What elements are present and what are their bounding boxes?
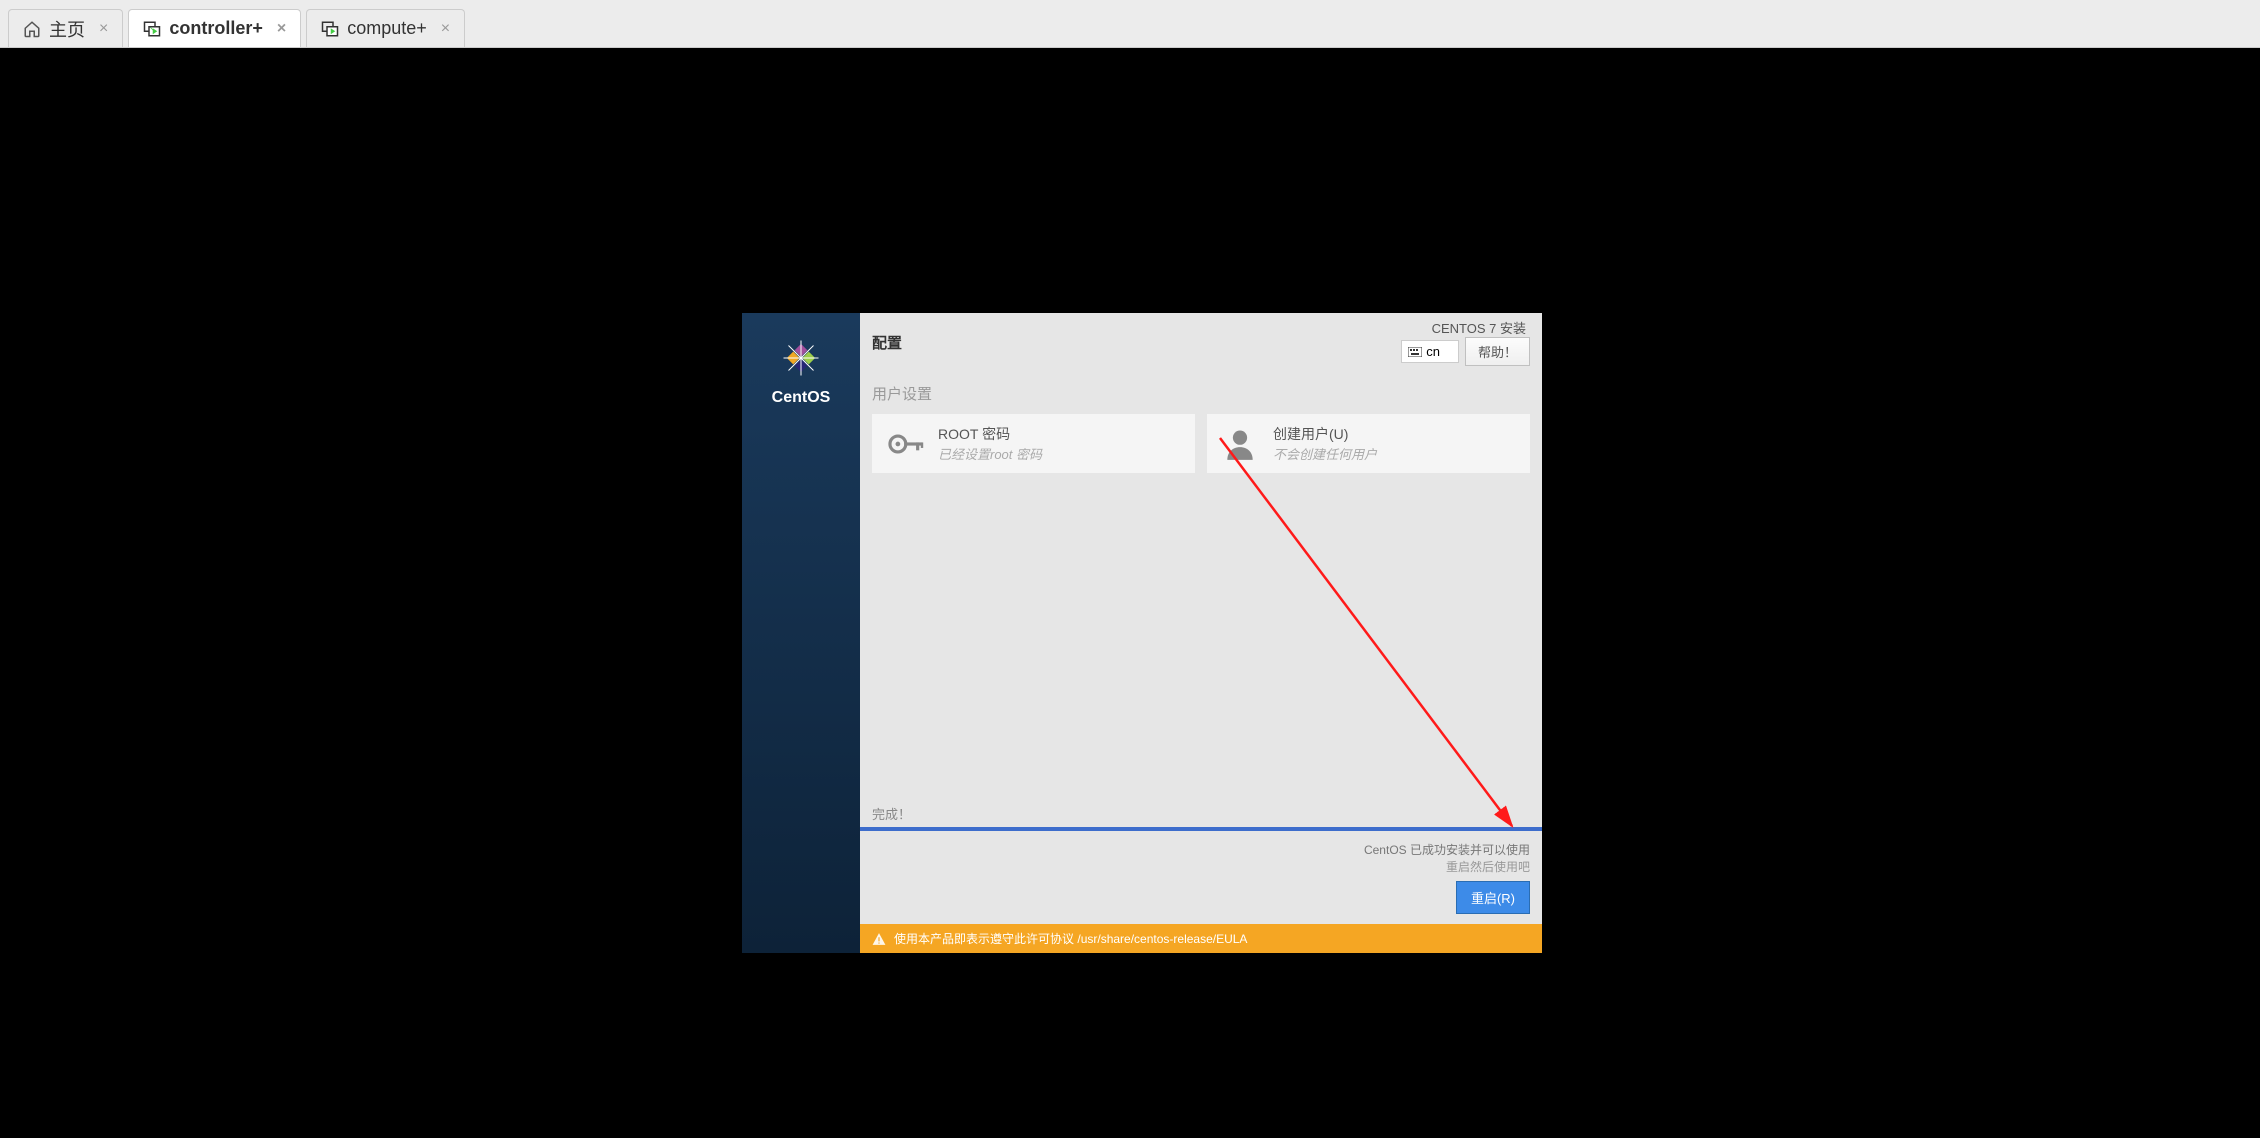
config-title: 配置: [872, 332, 902, 353]
root-password-title: ROOT 密码: [938, 424, 1042, 444]
close-icon[interactable]: ×: [277, 20, 286, 38]
keyboard-layout-indicator[interactable]: cn: [1401, 340, 1459, 363]
root-password-card[interactable]: ROOT 密码 已经设置root 密码: [872, 414, 1195, 473]
create-user-card[interactable]: 创建用户(U) 不会创建任何用户: [1207, 414, 1530, 473]
tab-label: 主页: [49, 16, 85, 42]
tab-bar: 主页 × controller+ × compute+ ×: [0, 0, 2260, 48]
centos-installer-window: CentOS 配置 CENTOS 7 安装 cn 帮助！: [742, 313, 1542, 953]
tab-label: compute+: [347, 18, 427, 39]
eula-notice[interactable]: 使用本产品即表示遵守此许可协议 /usr/share/centos-releas…: [860, 924, 1542, 953]
installer-sidebar: CentOS: [742, 313, 860, 953]
close-icon[interactable]: ×: [99, 20, 108, 38]
progress-complete-label: 完成！: [860, 796, 1542, 827]
tab-home[interactable]: 主页 ×: [8, 9, 123, 47]
create-user-subtitle: 不会创建任何用户: [1273, 444, 1377, 463]
user-settings-heading: 用户设置: [860, 371, 1542, 414]
progress-section: 完成！ CentOS 已成功安装并可以使用 重启然后使用吧 重启(R) 使用本产…: [860, 796, 1542, 953]
tab-compute[interactable]: compute+ ×: [306, 9, 465, 47]
settings-cards: ROOT 密码 已经设置root 密码 创建用户(U) 不会创建任何用户: [860, 414, 1542, 473]
reboot-button[interactable]: 重启(R): [1456, 881, 1530, 914]
install-status-line2: 重启然后使用吧: [872, 858, 1530, 875]
install-status-line1: CentOS 已成功安装并可以使用: [872, 841, 1530, 858]
key-icon: [886, 425, 924, 463]
lang-code: cn: [1426, 344, 1440, 359]
vm-console: CentOS 配置 CENTOS 7 安装 cn 帮助！: [0, 48, 2260, 1138]
console-icon: [143, 20, 161, 38]
tab-label: controller+: [169, 18, 263, 39]
root-password-subtitle: 已经设置root 密码: [938, 444, 1042, 463]
install-title: CENTOS 7 安装: [1432, 318, 1526, 337]
eula-text: 使用本产品即表示遵守此许可协议 /usr/share/centos-releas…: [894, 930, 1247, 947]
create-user-title: 创建用户(U): [1273, 424, 1377, 444]
installer-header: 配置 CENTOS 7 安装 cn 帮助！: [860, 313, 1542, 371]
warning-icon: [872, 932, 886, 946]
centos-brand-text: CentOS: [772, 389, 831, 407]
centos-logo-icon: [776, 333, 826, 383]
tab-controller[interactable]: controller+ ×: [128, 9, 301, 47]
user-icon: [1221, 425, 1259, 463]
help-button[interactable]: 帮助！: [1465, 337, 1530, 366]
installer-main-panel: 配置 CENTOS 7 安装 cn 帮助！ 用户设置: [860, 313, 1542, 953]
close-icon[interactable]: ×: [441, 20, 450, 38]
home-icon: [23, 20, 41, 38]
console-icon: [321, 20, 339, 38]
